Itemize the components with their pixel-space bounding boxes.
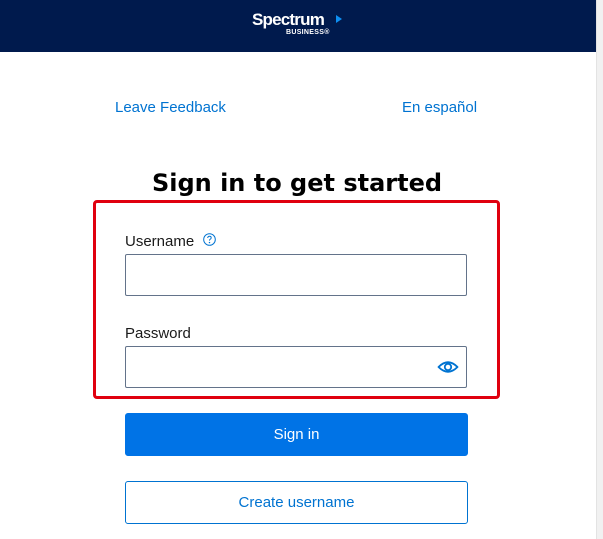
leave-feedback-link[interactable]: Leave Feedback (115, 99, 226, 117)
sign-in-button[interactable]: Sign in (125, 413, 468, 456)
logo-arrow-icon (336, 15, 342, 23)
page: Spectrum BUSINESS® Leave Feedback En esp… (0, 0, 603, 539)
page-title: Sign in to get started (151, 169, 443, 197)
password-label: Password (125, 325, 191, 342)
page-scrollbar[interactable] (596, 0, 603, 539)
site-header: Spectrum BUSINESS® (0, 0, 597, 52)
question-circle-icon[interactable] (203, 233, 216, 246)
language-toggle-link[interactable]: En español (402, 99, 477, 117)
eye-icon[interactable] (437, 357, 459, 377)
create-username-button[interactable]: Create username (125, 481, 468, 524)
spectrum-business-logo[interactable]: Spectrum BUSINESS® (250, 10, 350, 40)
username-input[interactable] (125, 254, 467, 296)
username-label: Username (125, 233, 195, 250)
logo-sub-label: BUSINESS® (286, 29, 330, 36)
logo-brand-name: Spectrum (252, 10, 325, 29)
password-input[interactable] (125, 346, 467, 388)
